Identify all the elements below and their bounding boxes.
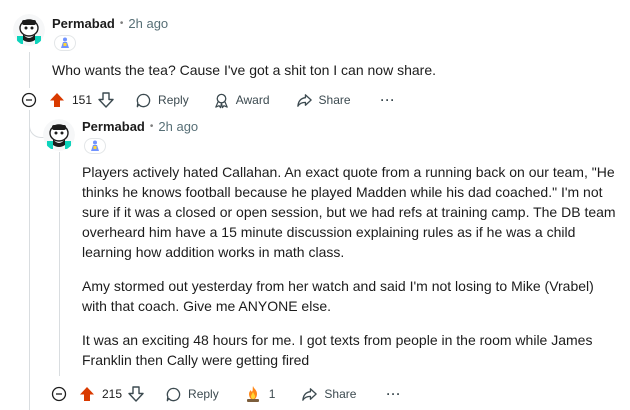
vote-count: 215 <box>102 387 123 401</box>
upvote-button[interactable] <box>78 385 96 403</box>
reply-label: Reply <box>158 93 189 107</box>
upvote-arrow-icon <box>80 387 94 401</box>
comment-actions: 151 Reply Award Share ··· <box>48 84 396 116</box>
upvote-arrow-icon <box>50 93 64 107</box>
user-flair <box>54 35 76 51</box>
reply-button[interactable]: Reply <box>135 92 189 109</box>
avatar-figure-icon <box>91 140 99 151</box>
avatar[interactable] <box>13 14 45 46</box>
reply-bubble-icon <box>166 387 181 401</box>
more-dots-icon: ··· <box>386 387 402 401</box>
downvote-arrow-icon <box>98 92 114 108</box>
username[interactable]: Permabad <box>52 16 115 31</box>
overflow-menu-button[interactable]: ··· <box>381 93 396 107</box>
comment-paragraph: Who wants the tea? Cause I've got a shit… <box>52 62 437 78</box>
reply-label: Reply <box>188 387 219 401</box>
comment-body: Who wants the tea? Cause I've got a shit… <box>52 60 612 80</box>
more-dots-icon: ··· <box>380 93 396 107</box>
timestamp[interactable]: 2h ago <box>128 16 168 31</box>
timestamp[interactable]: 2h ago <box>158 119 198 134</box>
comment-meta: Permabad • 2h ago <box>82 119 198 134</box>
downvote-arrow-icon <box>128 386 144 402</box>
vote-count: 151 <box>72 93 93 107</box>
reply-bubble-icon <box>136 93 151 107</box>
award-count: 1 <box>268 387 276 401</box>
reply-button[interactable]: Reply <box>165 386 219 403</box>
collapse-button[interactable] <box>20 91 38 109</box>
collapse-minus-icon <box>51 386 67 402</box>
collapse-minus-icon <box>21 92 37 108</box>
overflow-menu-button[interactable]: ··· <box>386 387 401 401</box>
user-flair <box>84 138 106 154</box>
share-label: Share <box>318 93 351 107</box>
avatar-figure-icon <box>61 37 69 48</box>
snoo-avatar-icon <box>43 119 75 151</box>
comment-meta: Permabad • 2h ago <box>52 16 168 31</box>
upvote-button[interactable] <box>48 91 66 109</box>
vote-control: 215 <box>78 385 145 403</box>
award-fire-icon <box>246 386 259 402</box>
share-arrow-icon <box>296 93 312 107</box>
comment-paragraph: It was an exciting 48 hours for me. I go… <box>82 332 593 368</box>
award-ribbon-icon <box>214 93 228 108</box>
share-button[interactable]: Share <box>301 386 356 403</box>
comment-actions: 215 Reply 1 Share ··· <box>78 378 401 410</box>
award-button[interactable]: 1 <box>243 384 276 404</box>
snoo-avatar-icon <box>13 14 45 46</box>
thread-line-root-lower <box>29 110 30 410</box>
meta-separator: • <box>149 121 154 132</box>
username[interactable]: Permabad <box>82 119 145 134</box>
award-label: Award <box>235 93 270 107</box>
downvote-button[interactable] <box>97 91 115 109</box>
vote-control: 151 <box>48 91 115 109</box>
avatar[interactable] <box>43 119 75 151</box>
downvote-button[interactable] <box>127 385 145 403</box>
comment-paragraph: Amy stormed out yesterday from her watch… <box>82 278 594 314</box>
share-label: Share <box>324 387 357 401</box>
share-arrow-icon <box>302 387 318 401</box>
comment-body: Players actively hated Callahan. An exac… <box>82 162 622 370</box>
thread-line-root <box>29 52 30 88</box>
comment-paragraph: Players actively hated Callahan. An exac… <box>82 164 616 260</box>
award-button[interactable]: Award <box>213 92 270 109</box>
collapse-button[interactable] <box>50 385 68 403</box>
meta-separator: • <box>119 18 124 29</box>
share-button[interactable]: Share <box>296 92 351 109</box>
thread-line-reply <box>59 152 60 376</box>
